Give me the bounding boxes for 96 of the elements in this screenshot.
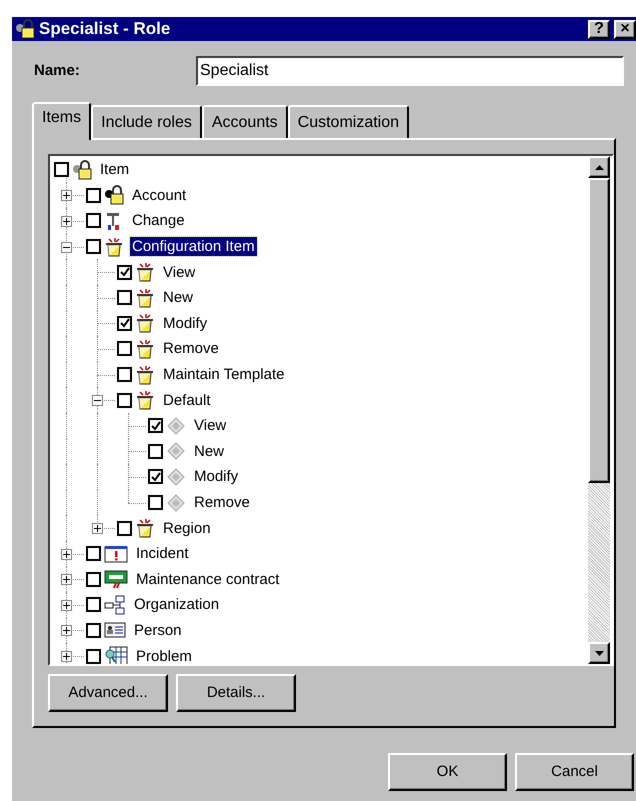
plus-icon bbox=[63, 550, 70, 558]
plus-icon bbox=[63, 192, 70, 200]
details-button[interactable]: Details... bbox=[176, 674, 296, 712]
advanced-button[interactable]: Advanced... bbox=[48, 674, 168, 712]
padlock-icon bbox=[104, 185, 124, 206]
diamond-icon bbox=[166, 416, 186, 436]
checkbox[interactable] bbox=[86, 622, 101, 638]
tab[interactable]: Customization bbox=[288, 105, 410, 138]
checkbox[interactable] bbox=[86, 597, 101, 612]
expand-toggle[interactable] bbox=[61, 600, 72, 611]
checkbox[interactable] bbox=[86, 648, 101, 664]
tree-item-label[interactable]: Account bbox=[130, 186, 188, 205]
plus-icon bbox=[63, 653, 70, 660]
expand-toggle[interactable] bbox=[61, 625, 72, 636]
scroll-thumb[interactable] bbox=[588, 178, 610, 483]
checkbox[interactable] bbox=[148, 495, 163, 510]
tab[interactable]: Accounts bbox=[202, 105, 288, 138]
checkbox[interactable] bbox=[117, 264, 132, 280]
checkbox[interactable] bbox=[86, 239, 101, 254]
tree-item-label[interactable]: Modify bbox=[192, 467, 240, 486]
up-arrow-icon bbox=[594, 164, 604, 170]
bucket-icon bbox=[135, 338, 155, 359]
tree-item-label[interactable]: Incident bbox=[134, 544, 191, 564]
collapse-toggle[interactable] bbox=[92, 395, 103, 406]
expand-toggle[interactable] bbox=[61, 651, 72, 662]
checkbox[interactable] bbox=[117, 316, 132, 331]
plus-icon bbox=[94, 525, 101, 532]
checkbox[interactable] bbox=[117, 520, 132, 536]
plus-icon bbox=[63, 218, 70, 225]
hierarchy-icon bbox=[104, 594, 126, 615]
checkbox[interactable] bbox=[117, 367, 132, 382]
checkbox[interactable] bbox=[117, 341, 132, 356]
scroll-up-button[interactable] bbox=[588, 156, 610, 178]
help-button[interactable]: ? bbox=[588, 20, 610, 38]
tree-item-label[interactable]: Configuration Item bbox=[130, 237, 257, 256]
checkbox[interactable] bbox=[117, 290, 132, 306]
checkbox[interactable] bbox=[54, 162, 69, 178]
bucket-icon bbox=[135, 518, 155, 538]
id-card-icon bbox=[104, 620, 126, 640]
checkbox[interactable] bbox=[86, 188, 101, 203]
collapse-toggle[interactable] bbox=[61, 242, 72, 253]
tree-item-label[interactable]: New bbox=[192, 442, 226, 461]
padlock-icon bbox=[15, 19, 35, 39]
expand-toggle[interactable] bbox=[92, 523, 103, 534]
tree-item-label[interactable]: Modify bbox=[161, 314, 210, 333]
tree-item-label[interactable]: Default bbox=[161, 390, 213, 410]
scrollbar[interactable] bbox=[588, 156, 610, 664]
cancel-button[interactable]: Cancel bbox=[515, 753, 634, 791]
bucket-icon bbox=[135, 288, 155, 308]
contract-icon bbox=[104, 569, 128, 590]
tree-item-label[interactable]: Organization bbox=[132, 595, 222, 614]
tree-item-label[interactable]: Person bbox=[132, 620, 184, 640]
bucket-icon bbox=[135, 313, 155, 334]
name-label: Name: bbox=[34, 60, 81, 81]
checkbox[interactable] bbox=[148, 469, 163, 484]
expand-toggle[interactable] bbox=[61, 574, 72, 586]
diamond-icon bbox=[166, 441, 186, 462]
checkbox[interactable] bbox=[117, 392, 132, 408]
ok-button[interactable]: OK bbox=[388, 753, 507, 791]
checkbox[interactable] bbox=[148, 418, 163, 434]
plus-icon bbox=[63, 602, 70, 609]
tree-item-label[interactable]: Remove bbox=[161, 339, 221, 358]
tree-item-label[interactable]: New bbox=[161, 288, 196, 308]
checkbox[interactable] bbox=[86, 546, 101, 562]
padlock-icon bbox=[72, 160, 92, 180]
close-button[interactable]: × bbox=[614, 20, 636, 38]
expand-toggle[interactable] bbox=[61, 190, 72, 202]
scroll-down-button[interactable] bbox=[588, 642, 610, 664]
expand-toggle[interactable] bbox=[61, 216, 72, 227]
tree-item-label[interactable]: Problem bbox=[134, 646, 194, 664]
tab[interactable]: Items bbox=[32, 102, 92, 140]
plus-icon bbox=[63, 576, 70, 584]
down-arrow-icon bbox=[594, 650, 604, 656]
bucket-icon bbox=[104, 236, 124, 257]
tree-item-label[interactable]: View bbox=[161, 262, 198, 282]
name-field[interactable]: Specialist bbox=[196, 56, 624, 86]
tree-item-label[interactable]: View bbox=[192, 416, 228, 436]
bucket-icon bbox=[135, 262, 155, 282]
alert-window-icon bbox=[104, 544, 128, 564]
tree-item-label[interactable]: Maintain Template bbox=[161, 365, 286, 384]
bucket-icon bbox=[135, 390, 155, 410]
expand-toggle[interactable] bbox=[61, 548, 72, 560]
tree-item-label[interactable]: Change bbox=[130, 211, 187, 230]
checkbox[interactable] bbox=[148, 444, 163, 459]
diamond-icon bbox=[166, 492, 186, 513]
diamond-icon bbox=[166, 466, 186, 487]
plus-icon bbox=[63, 627, 70, 634]
checkbox[interactable] bbox=[86, 213, 101, 228]
bucket-icon bbox=[135, 364, 155, 385]
tree-item-label[interactable]: Remove bbox=[192, 493, 252, 512]
tree-item-label[interactable]: Maintenance contract bbox=[134, 570, 282, 589]
tree-item-label[interactable]: Region bbox=[161, 518, 213, 538]
window-title: Specialist - Role bbox=[39, 18, 172, 40]
checkbox[interactable] bbox=[86, 572, 101, 587]
tree-item-label[interactable]: Item bbox=[98, 160, 132, 180]
tab[interactable]: Include roles bbox=[91, 105, 202, 138]
